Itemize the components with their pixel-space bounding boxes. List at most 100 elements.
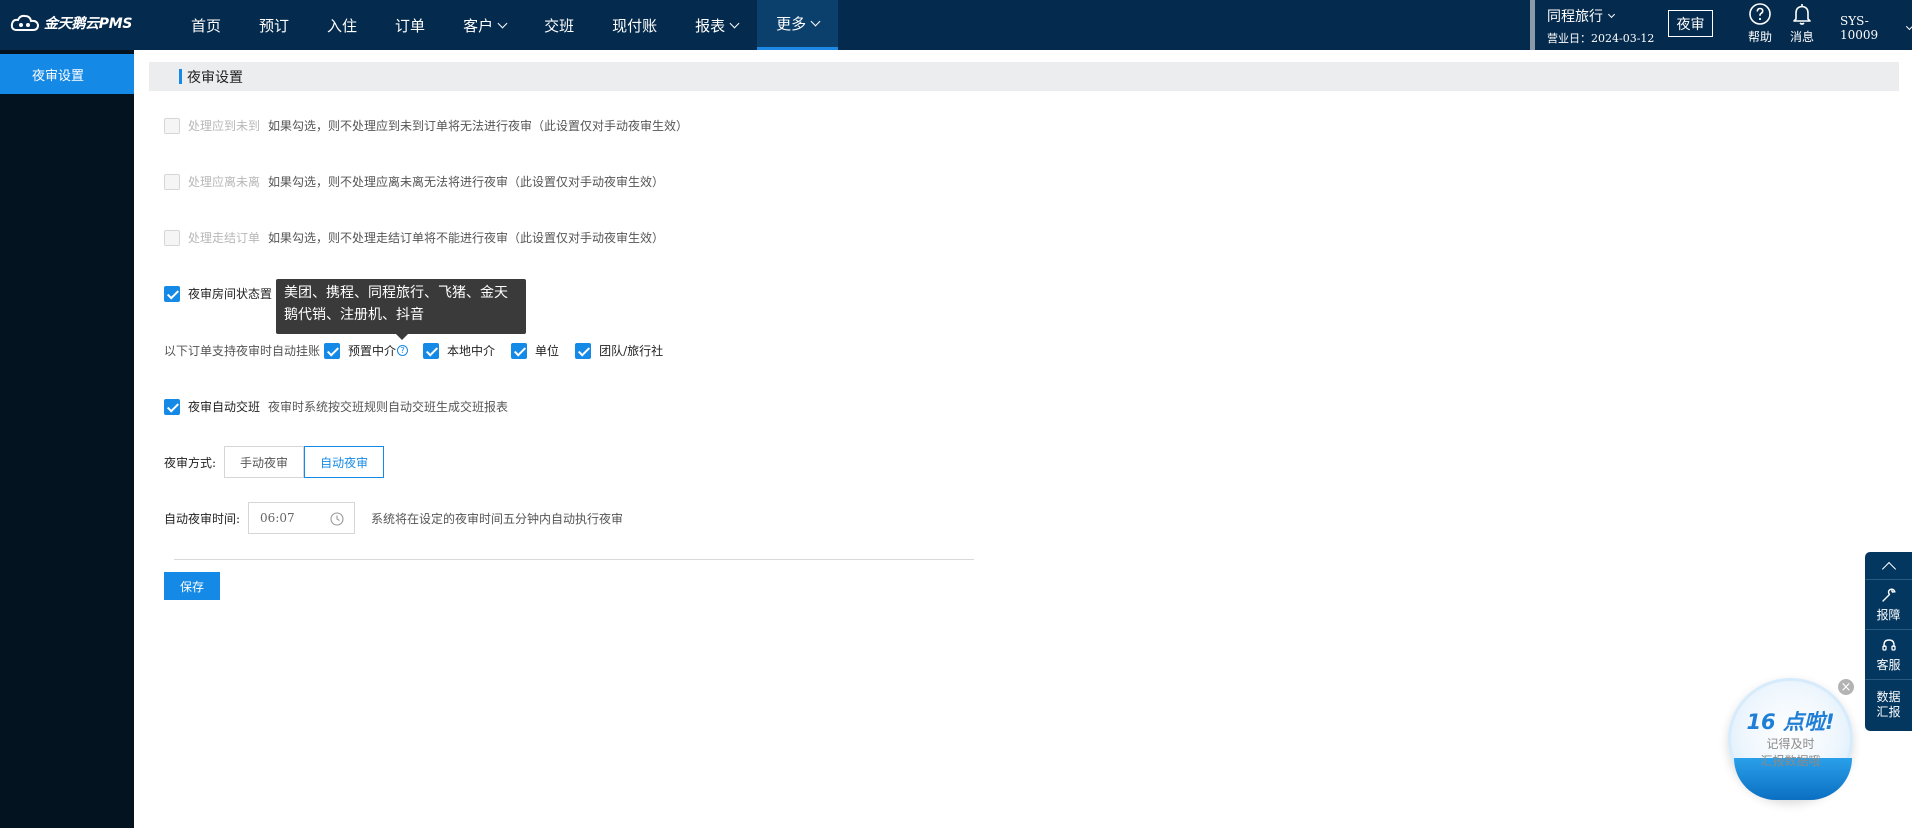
auto-time-hint: 系统将在设定的夜审时间五分钟内自动执行夜审 [371, 511, 624, 526]
help-button[interactable]: 帮助 [1740, 2, 1780, 45]
section-header: 夜审设置 [149, 62, 1899, 91]
company-label: 单位 [535, 344, 560, 358]
option-row: 处理应到未到 如果勾选，则不处理应到未到订单将无法进行夜审（此设置仅对手动夜审生… [164, 117, 688, 134]
clock-icon [330, 512, 344, 526]
logo[interactable]: 金天鹅云PMS [10, 13, 132, 33]
auto-charge-row: 以下订单支持夜审时自动挂账 预置中介 ? 本地中介 单位 团队/旅行社 [164, 342, 671, 359]
group-agency-label: 团队/旅行社 [599, 344, 664, 358]
data-report-button[interactable]: 数据汇报 [1865, 680, 1912, 730]
bell-icon [1793, 4, 1811, 25]
auto-time-label: 自动夜审时间: [164, 511, 241, 526]
nav-item[interactable]: 入住 [308, 0, 376, 50]
reminder-subtitle: 记得及时 汇报数据哦 [1728, 736, 1853, 770]
divider [174, 559, 974, 560]
message-button[interactable]: 消息 [1782, 2, 1822, 45]
audit-mode-label: 夜审方式: [164, 455, 217, 470]
nav-item[interactable]: 报表 [676, 0, 757, 50]
checkbox-checkout-order[interactable] [164, 229, 180, 246]
auto-shift-row: 夜审自动交班 夜审时系统按交班规则自动交班生成交班报表 [164, 398, 508, 415]
time-picker[interactable]: 06:07 [248, 502, 356, 534]
message-label: 消息 [1789, 30, 1814, 44]
section-title: 夜审设置 [187, 69, 243, 86]
auto-shift-label: 夜审自动交班 [188, 400, 261, 414]
nav-item-label: 预订 [259, 16, 290, 35]
nav-item[interactable]: 交班 [525, 0, 593, 50]
preset-agent-label: 预置中介 [348, 344, 397, 358]
customer-service-label: 客服 [1876, 657, 1901, 672]
checkbox-group-agency[interactable] [575, 342, 592, 359]
nav-item[interactable]: 现付账 [593, 0, 676, 50]
back-to-top-button[interactable] [1865, 552, 1912, 580]
save-button[interactable]: 保存 [164, 572, 220, 600]
option-label: 处理应到未到 [188, 119, 261, 133]
chevron-down-icon [1906, 22, 1912, 30]
sidebar-item-label: 夜审设置 [32, 68, 85, 84]
hotel-selector[interactable]: 同程旅行 营业日：2024-03-12 [1547, 6, 1654, 46]
nav-item-label: 首页 [191, 16, 222, 35]
checkbox-local-agent[interactable] [423, 342, 440, 359]
report-issue-button[interactable]: 报障 [1865, 580, 1912, 630]
option-hint: 如果勾选，则不处理应离未离无法将进行夜审（此设置仅对手动夜审生效） [268, 175, 665, 189]
checkbox-due-out[interactable] [164, 173, 180, 190]
audit-mode-row: 夜审方式: 手动夜审 自动夜审 [164, 446, 385, 478]
sidebar-item-night-audit-settings[interactable]: 夜审设置 [0, 54, 134, 94]
auto-audit-option[interactable]: 自动夜审 [304, 446, 385, 478]
checkbox-auto-shift[interactable] [164, 398, 180, 415]
option-row: 处理走结订单 如果勾选，则不处理走结订单将不能进行夜审（此设置仅对手动夜审生效） [164, 229, 664, 246]
nav-item-label: 交班 [544, 16, 575, 35]
option-label: 处理应离未离 [188, 175, 261, 189]
option-label: 处理走结订单 [188, 231, 261, 245]
time-value: 06:07 [260, 511, 295, 525]
top-navbar: 金天鹅云PMS 首页 预订 入住 订单 客户 交班 现付账 报表 更多 同程旅行 营业日：202… [0, 0, 1912, 50]
nav-item-label: 客户 [463, 16, 494, 35]
checkbox-no-show[interactable] [164, 117, 180, 134]
divider [1530, 0, 1535, 50]
checkbox-company[interactable] [511, 342, 528, 359]
nav-item-label: 现付账 [612, 16, 658, 35]
hotel-name: 同程旅行 [1547, 9, 1603, 25]
nav-item[interactable]: 预订 [240, 0, 308, 50]
nav-item[interactable]: 订单 [376, 0, 444, 50]
night-audit-button[interactable]: 夜审 [1668, 10, 1713, 37]
auto-time-row: 自动夜审时间: 06:07 系统将在设定的夜审时间五分钟内自动执行夜审 [164, 502, 623, 534]
reminder-title: 16 点啦! [1746, 710, 1835, 734]
main-nav: 首页 预订 入住 订单 客户 交班 现付账 报表 更多 [172, 0, 839, 50]
reminder-line-1: 记得及时 [1766, 737, 1815, 751]
chevron-down-icon [810, 16, 821, 27]
nav-item-label: 订单 [395, 16, 426, 35]
user-name: SYS-10009 [1840, 14, 1879, 42]
checkbox-room-status[interactable] [164, 285, 180, 302]
option-row: 夜审房间状态置 [164, 285, 280, 302]
nav-item[interactable]: 首页 [172, 0, 240, 50]
data-report-label: 数据汇报 [1876, 690, 1901, 719]
option-label: 夜审房间状态置 [188, 287, 273, 301]
nav-item[interactable]: 更多 [757, 0, 839, 50]
reminder-line-2: 汇报数据哦 [1760, 754, 1821, 768]
user-menu[interactable]: SYS-10009 [1840, 14, 1912, 42]
checkbox-preset-agent[interactable] [324, 342, 341, 359]
logo-text: 金天鹅云PMS [44, 16, 133, 32]
cloud-logo-icon [10, 14, 40, 31]
audit-mode-toggle: 手动夜审 自动夜审 [224, 446, 385, 478]
nav-item[interactable]: 客户 [444, 0, 525, 50]
nav-item-label: 更多 [776, 15, 807, 33]
auto-charge-label: 以下订单支持夜审时自动挂账 [164, 344, 321, 358]
auto-shift-hint: 夜审时系统按交班规则自动交班生成交班报表 [268, 400, 509, 414]
help-label: 帮助 [1747, 30, 1772, 44]
wrench-icon [1881, 587, 1896, 602]
reminder-bubble[interactable]: 16 点啦! 记得及时 汇报数据哦 [1728, 678, 1853, 803]
customer-service-button[interactable]: 客服 [1865, 630, 1912, 680]
sidebar: 夜审设置 [0, 50, 134, 828]
report-issue-label: 报障 [1876, 607, 1901, 622]
manual-audit-option[interactable]: 手动夜审 [224, 446, 305, 478]
nav-item-label: 报表 [695, 16, 726, 35]
chevron-down-icon [497, 18, 508, 28]
close-icon[interactable]: × [1836, 677, 1856, 697]
nav-item-label: 入住 [327, 16, 358, 35]
option-hint: 如果勾选，则不处理应到未到订单将无法进行夜审（此设置仅对手动夜审生效） [268, 119, 689, 133]
business-date: 营业日：2024-03-12 [1547, 32, 1655, 45]
option-row: 处理应离未离 如果勾选，则不处理应离未离无法将进行夜审（此设置仅对手动夜审生效） [164, 173, 664, 190]
channel-tooltip: 美团、携程、同程旅行、飞猪、金天鹅代销、注册机、抖音 [276, 279, 526, 340]
help-circle-icon [1749, 3, 1771, 25]
question-icon[interactable]: ? [397, 345, 409, 356]
